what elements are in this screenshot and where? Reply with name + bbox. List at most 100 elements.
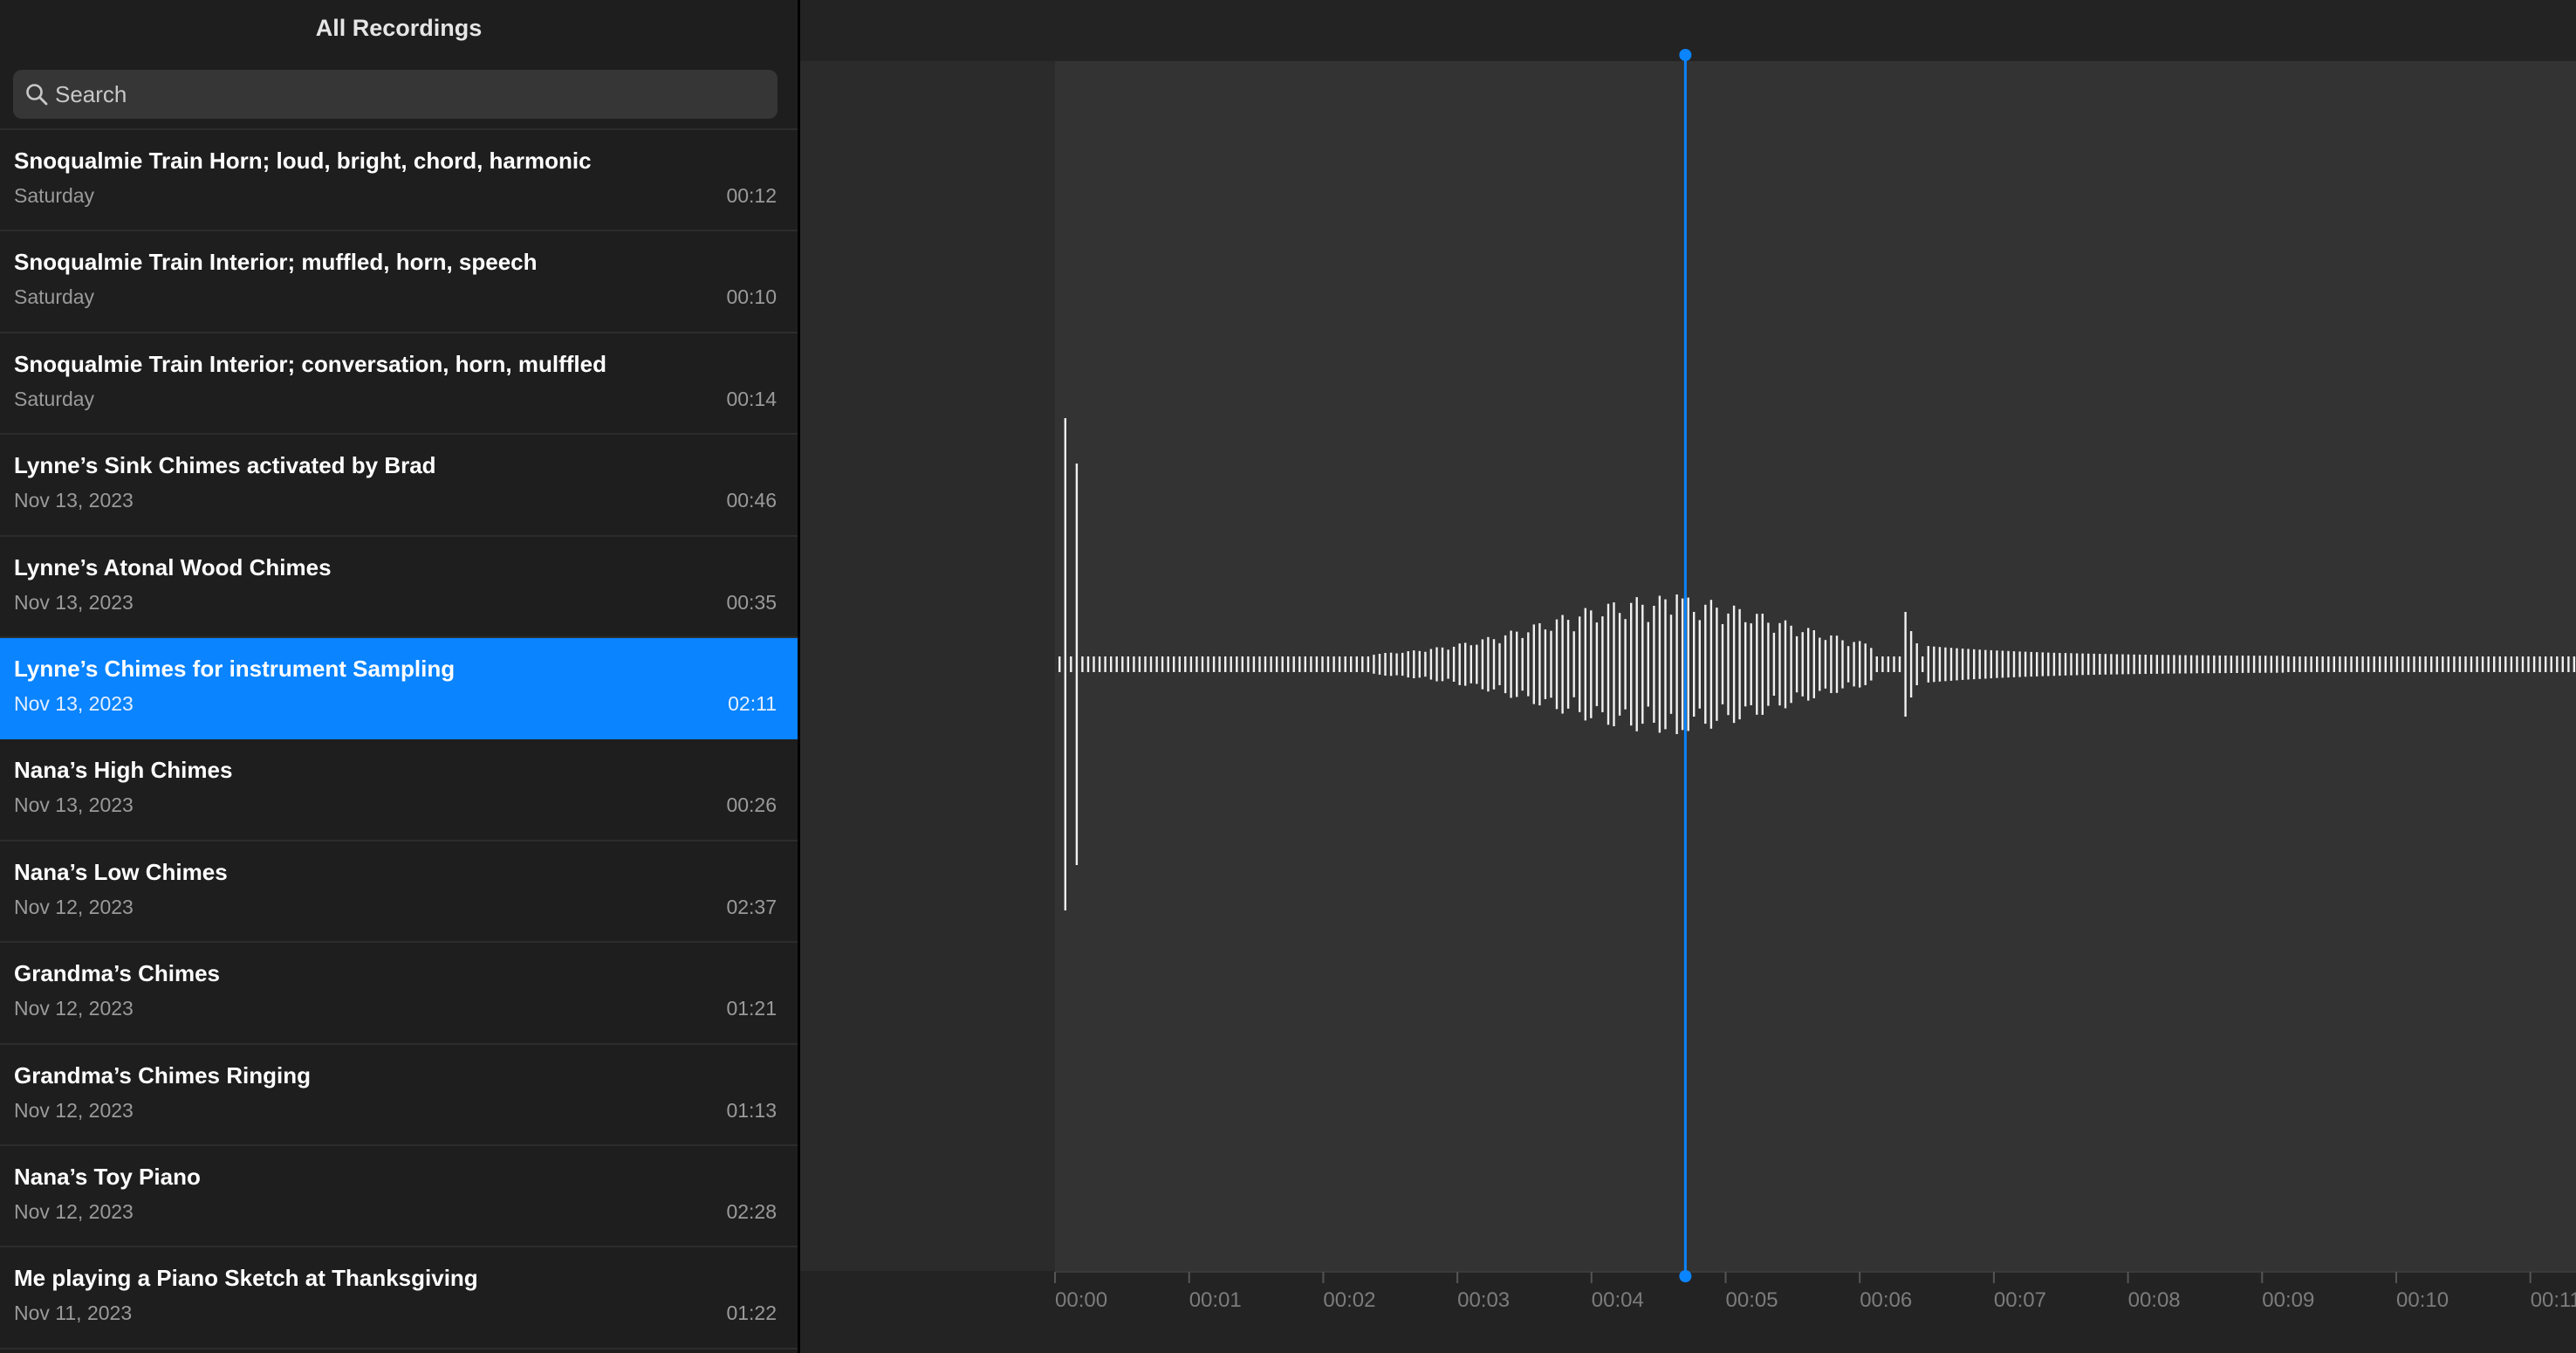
waveform-bar <box>1452 646 1456 682</box>
recording-list-item[interactable]: Nana’s High Chimes Nov 13, 2023 00:26 <box>0 739 798 841</box>
waveform-bar <box>1756 614 1758 715</box>
waveform-bar <box>2030 651 2032 677</box>
timeline-tick-label: 00:01 <box>1189 1288 1242 1312</box>
waveform-bar <box>2075 653 2079 676</box>
waveform-bar <box>1298 656 1301 672</box>
recording-duration: 00:12 <box>726 184 777 207</box>
recording-date: Saturday <box>14 285 95 309</box>
waveform-bar <box>1984 649 1987 679</box>
waveform-bar <box>1401 652 1404 676</box>
waveform-bar <box>1310 656 1312 672</box>
recording-list-item[interactable]: Nana’s Low Chimes Nov 12, 2023 02:37 <box>0 841 798 944</box>
recording-list-item[interactable]: Grandma’s Chimes Nov 12, 2023 01:21 <box>0 943 798 1045</box>
search-input[interactable] <box>55 70 762 119</box>
recording-list-item[interactable]: Me playing a Piano Sketch at Thanksgivin… <box>0 1247 798 1350</box>
waveform-bar <box>1258 656 1261 672</box>
waveform-bar <box>1058 656 1061 672</box>
waveform-bar <box>1761 614 1764 715</box>
recording-title: Nana’s Low Chimes <box>14 858 228 885</box>
waveform-bar <box>1086 656 1090 672</box>
waveform-bar <box>1635 597 1638 731</box>
waveform-bar <box>1224 656 1227 672</box>
waveform-bar <box>2379 656 2381 672</box>
playhead-bottom-handle[interactable] <box>1679 1270 1692 1282</box>
waveform-bar <box>1938 647 1942 682</box>
waveform-bar <box>2258 656 2261 673</box>
recording-list-item[interactable]: Lynne’s Chimes for instrument Sampling No… <box>0 637 798 740</box>
recording-list-item[interactable]: Lynne’s Atonal Wood Chimes Nov 13, 2023 00… <box>0 537 798 638</box>
search-field[interactable] <box>13 70 778 119</box>
waveform-bar <box>1218 656 1221 672</box>
waveform-bar <box>2115 654 2119 675</box>
waveform-bar <box>1550 630 1552 698</box>
waveform-bar <box>1367 656 1370 672</box>
recording-date: Nov 12, 2023 <box>14 1098 134 1122</box>
waveform-bar <box>1961 649 1964 680</box>
waveform-bar <box>1744 622 1747 707</box>
waveform-bar <box>1395 653 1398 676</box>
waveform-bar <box>1098 656 1101 672</box>
waveform-bar <box>2556 656 2559 672</box>
waveform-bar <box>1361 656 1364 672</box>
recording-list: Snoqualmie Train Horn; loud, bright, cho… <box>0 130 798 1350</box>
waveform-bar <box>1413 650 1415 678</box>
waveform-bar <box>2189 655 2193 674</box>
waveform-bar <box>2424 656 2427 672</box>
recording-title: Lynne’s Chimes for instrument Sampling <box>14 655 456 682</box>
waveform-view[interactable]: 00:00 00:01 00:02 00:03 00:04 00:05 00:06 00:07… <box>800 0 2576 1353</box>
waveform-bar <box>1333 656 1335 672</box>
recording-date: Nov 12, 2023 <box>14 895 134 918</box>
waveform-bar <box>1607 603 1610 725</box>
waveform-bar <box>1121 656 1124 672</box>
recording-duration: 00:26 <box>726 793 777 817</box>
waveform-bar <box>1441 647 1444 682</box>
recording-list-item[interactable]: Snoqualmie Train Interior; muffled, horn… <box>0 231 798 333</box>
waveform-bar <box>1532 624 1535 704</box>
waveform-bar <box>2241 656 2244 673</box>
waveform-bar <box>1447 649 1449 679</box>
waveform-bar <box>1824 640 1827 689</box>
waveform-bar <box>2001 650 2004 678</box>
waveform-bar <box>1990 649 1992 679</box>
recording-list-item[interactable]: Nana’s Toy Piano Nov 12, 2023 02:28 <box>0 1146 798 1248</box>
waveform-bar <box>1709 600 1713 729</box>
waveform-bar <box>1927 646 1929 683</box>
waveform-bar <box>1647 622 1649 707</box>
waveform-bar <box>2218 655 2221 674</box>
waveform-bar <box>1812 630 1815 698</box>
waveform-bar <box>1075 464 1079 865</box>
waveform-bar <box>1481 639 1484 690</box>
timeline-tick-label: 00:07 <box>1994 1288 2046 1312</box>
waveform-bar <box>2036 652 2038 676</box>
recording-list-item[interactable]: Lynne’s Sink Chimes activated by Brad Nov… <box>0 435 798 537</box>
waveform-bar <box>1373 655 1375 674</box>
waveform-bar <box>2447 656 2449 672</box>
waveform-bar <box>1973 649 1976 680</box>
waveform-bar <box>2104 654 2107 675</box>
recording-list-item[interactable]: Snoqualmie Train Interior; conversation,… <box>0 333 798 436</box>
waveform-bar <box>1727 613 1730 716</box>
waveform-bar <box>1476 644 1478 684</box>
sidebar: All Recordings Snoqualmie Train Horn; lo… <box>0 0 798 1353</box>
waveform-bar <box>2018 651 2021 677</box>
waveform-bar <box>1178 656 1181 672</box>
recording-date: Nov 13, 2023 <box>14 489 134 512</box>
waveform-bar <box>2384 656 2387 672</box>
waveform-bar <box>2138 654 2141 675</box>
playhead-top-handle[interactable] <box>1679 49 1692 61</box>
waveform-bar <box>1641 604 1644 725</box>
waveform-bar <box>2213 655 2216 674</box>
recording-list-item[interactable]: Snoqualmie Train Horn; loud, bright, cho… <box>0 130 798 232</box>
waveform-bar <box>1807 628 1810 701</box>
waveform-bar <box>1407 651 1409 678</box>
recording-duration: 00:35 <box>726 590 777 614</box>
waveform-bar <box>2041 652 2044 676</box>
recording-list-item[interactable]: Grandma’s Chimes Ringing Nov 12, 2023 01:1… <box>0 1045 798 1146</box>
recording-duration: 00:46 <box>726 489 777 512</box>
recording-date: Nov 11, 2023 <box>14 1301 133 1325</box>
waveform-bar <box>2504 656 2507 672</box>
recording-date: Nov 12, 2023 <box>14 1199 134 1223</box>
waveform-bar <box>2081 653 2084 676</box>
waveform-bar <box>2339 656 2341 672</box>
waveform-bar <box>2230 656 2233 673</box>
